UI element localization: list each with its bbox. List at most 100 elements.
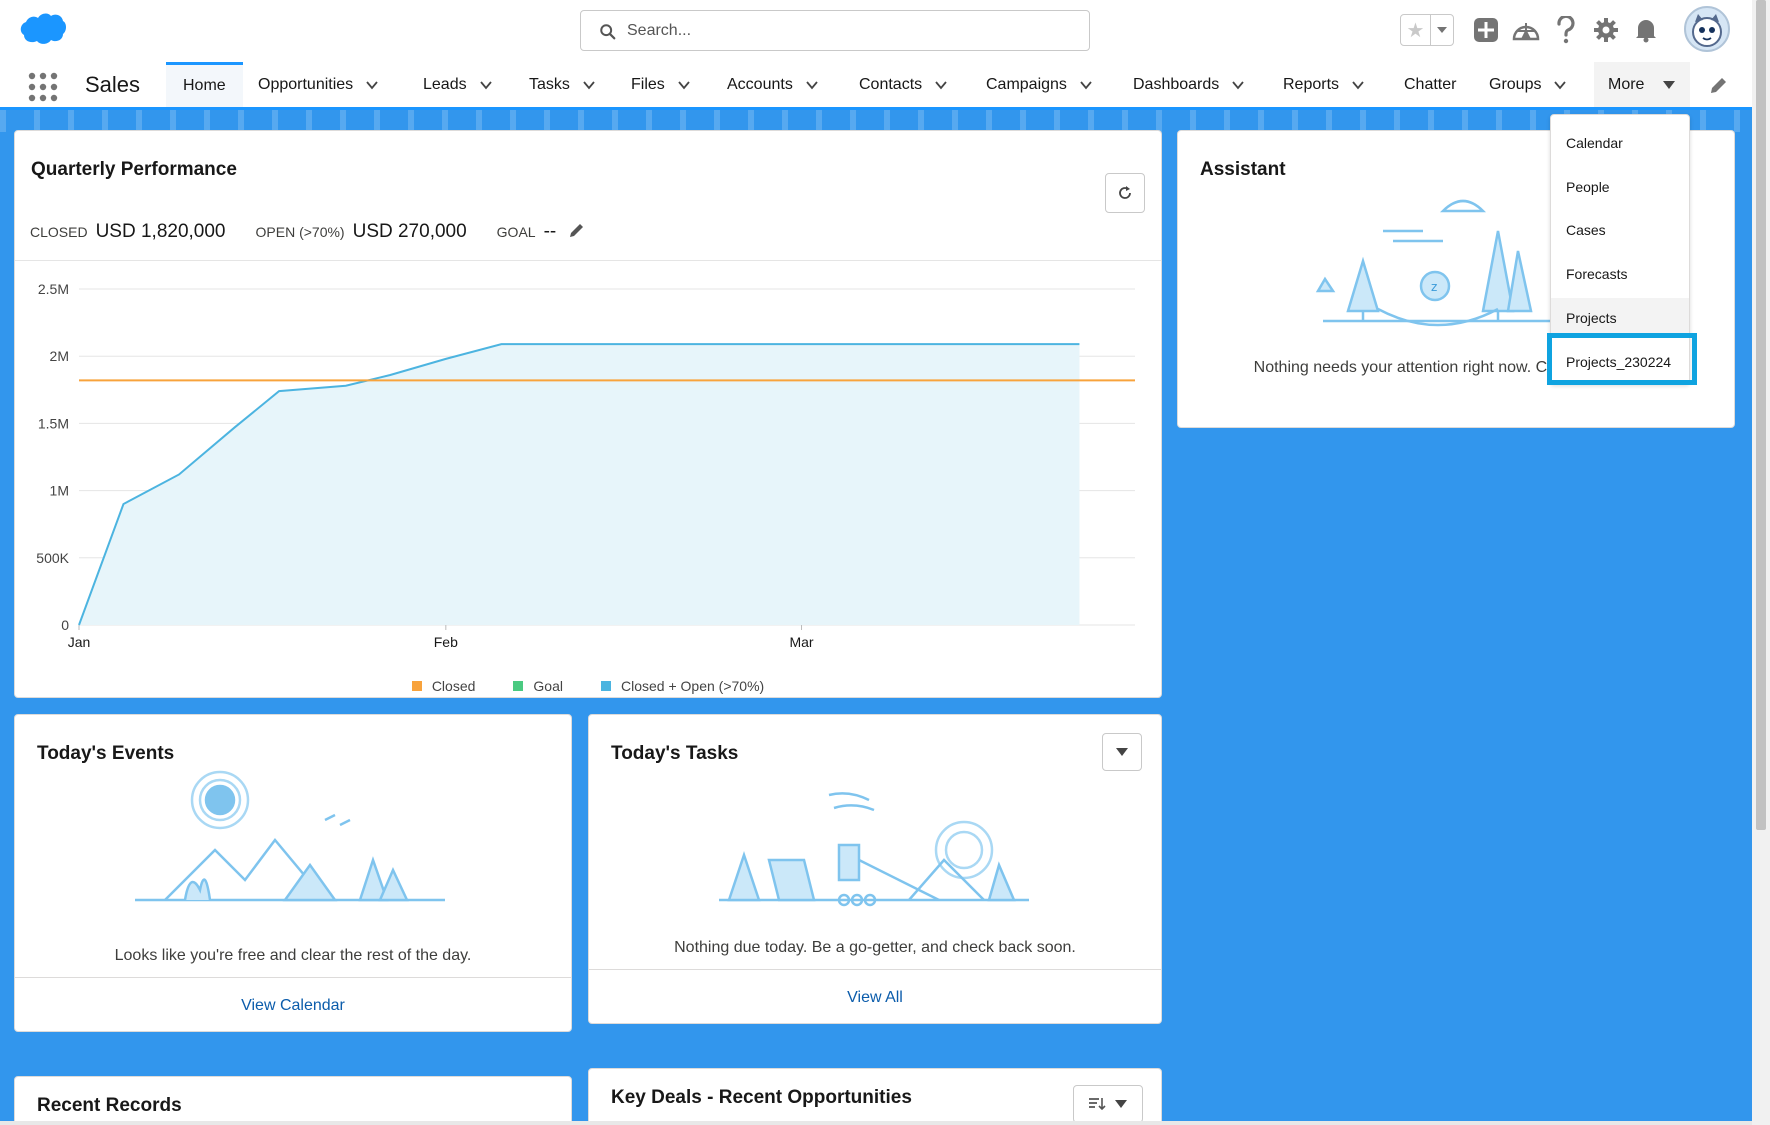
nav-tab-reports[interactable]: Reports [1283,62,1365,107]
notifications-button[interactable] [1630,14,1662,46]
nav-tab-opportunities[interactable]: Opportunities [258,62,379,107]
app-launcher-icon[interactable] [28,72,58,102]
more-menu-item-forecasts[interactable]: Forecasts [1551,254,1689,294]
card-title: Today's Events [37,743,175,764]
salesforce-logo[interactable] [18,10,68,50]
chevron-down-icon[interactable] [677,78,691,92]
legend-label: Closed + Open (>70%) [620,678,765,694]
nav-tab-label: Groups [1489,75,1542,93]
gear-icon [1594,18,1618,42]
card-title: Key Deals - Recent Opportunities [611,1087,912,1108]
view-all-link[interactable]: View All [847,989,903,1007]
legend-item-closed[interactable]: Closed [411,678,475,694]
nav-tab-label: Tasks [529,75,570,93]
bottom-strip [0,1121,1752,1125]
x-tick-label: Jan [68,634,91,650]
scrollbar-thumb[interactable] [1756,0,1766,830]
more-menu-item-calendar[interactable]: Calendar [1551,123,1689,163]
nav-tab-contacts[interactable]: Contacts [859,62,948,107]
edit-nav-icon[interactable] [1708,76,1728,96]
nav-tab-files[interactable]: Files [631,62,691,107]
help-button[interactable] [1550,14,1582,46]
legend-swatch [600,681,611,691]
nav-tab-campaigns[interactable]: Campaigns [986,62,1093,107]
card-title: Quarterly Performance [31,159,237,180]
setup-button[interactable] [1590,14,1622,46]
refresh-icon [1119,186,1131,199]
legend-item-closed-open[interactable]: Closed + Open (>70%) [600,678,765,694]
edit-goal-icon[interactable] [568,221,586,239]
chevron-down-icon[interactable] [1079,78,1093,92]
y-tick-label: 1.5M [38,415,69,431]
events-message: Looks like you're free and clear the res… [114,947,472,964]
nav-tab-more[interactable]: More [1594,62,1691,107]
chevron-down-icon[interactable] [582,78,596,92]
x-tick-label: Feb [434,634,458,650]
trailhead-button[interactable] [1510,14,1542,46]
card-title: Today's Tasks [611,743,739,764]
legend-label: Goal [533,678,563,694]
search-input[interactable] [627,19,1067,43]
card-title: Assistant [1200,159,1286,180]
help-icon [1557,16,1575,44]
global-header: ★ [0,0,1752,62]
user-avatar[interactable] [1684,6,1730,52]
goal-value: -- [543,221,557,242]
nav-tab-groups[interactable]: Groups [1489,62,1567,107]
tasks-footer: View All [589,969,1161,1025]
main-content: Quarterly Performance CLOSED USD 1,820,0… [0,110,1752,1125]
more-menu-item-people[interactable]: People [1551,167,1689,207]
chevron-down-icon[interactable] [365,78,379,92]
chevron-down-icon[interactable] [479,78,493,92]
legend-swatch [513,681,524,691]
refresh-button[interactable] [1105,173,1145,213]
chart-legend: Closed Goal Closed + Open (>70%) [15,678,1161,694]
chevron-down-icon[interactable] [1553,78,1567,92]
events-footer: View Calendar [15,977,571,1033]
nav-tab-label: Leads [423,75,467,93]
legend-item-goal[interactable]: Goal [513,678,563,694]
caret-down-icon [1115,1100,1127,1108]
nav-tab-home[interactable]: Home [166,62,243,107]
more-menu-item-cases[interactable]: Cases [1551,210,1689,250]
nav-tab-tasks[interactable]: Tasks [529,62,596,107]
star-icon[interactable]: ★ [1401,15,1431,45]
goal-label: GOAL [496,224,536,240]
y-tick-label: 2.5M [38,281,69,297]
key-deals-card: Key Deals - Recent Opportunities [588,1068,1162,1125]
chevron-down-icon[interactable] [1351,78,1365,92]
y-tick-label: 0 [61,617,69,633]
view-calendar-link[interactable]: View Calendar [241,997,345,1015]
bell-icon [1636,20,1656,43]
key-deals-sort-button[interactable] [1073,1085,1143,1123]
nav-tab-chatter[interactable]: Chatter [1404,62,1456,107]
quarterly-performance-card: Quarterly Performance CLOSED USD 1,820,0… [14,130,1162,698]
card-title: Recent Records [37,1095,182,1116]
caret-down-icon [1437,27,1447,33]
open-label: OPEN (>70%) [255,224,345,240]
nav-tab-label: Dashboards [1133,75,1220,93]
nav-tab-label: Reports [1283,75,1340,93]
y-tick-label: 2M [50,348,69,364]
tasks-message: Nothing due today. Be a go-getter, and c… [674,939,1076,956]
tasks-filter-button[interactable] [1102,733,1142,771]
global-search[interactable] [580,10,1090,51]
nav-tab-dashboards[interactable]: Dashboards [1133,62,1245,107]
favorites-group[interactable]: ★ [1400,14,1454,46]
chevron-down-icon[interactable] [1231,78,1245,92]
nav-tab-accounts[interactable]: Accounts [727,62,819,107]
y-tick-label: 500K [36,550,69,566]
chevron-down-icon[interactable] [805,78,819,92]
todays-tasks-card: Today's Tasks Nothing due today. Be a go… [588,714,1162,1024]
global-actions-button[interactable] [1470,14,1502,46]
legend-swatch [411,681,422,691]
scrollbar[interactable] [1752,0,1770,1125]
chevron-down-icon[interactable] [934,78,948,92]
favorites-list-button[interactable] [1431,15,1453,45]
nav-tab-label: Opportunities [258,75,354,93]
tasks-illustration [719,792,1029,907]
more-menu-item-projects[interactable]: Projects [1551,298,1689,338]
nav-tab-leads[interactable]: Leads [423,62,493,107]
caret-down-icon [1116,748,1128,756]
navigation-bar: Sales Home Opportunities Leads Tasks Fil… [0,62,1752,110]
